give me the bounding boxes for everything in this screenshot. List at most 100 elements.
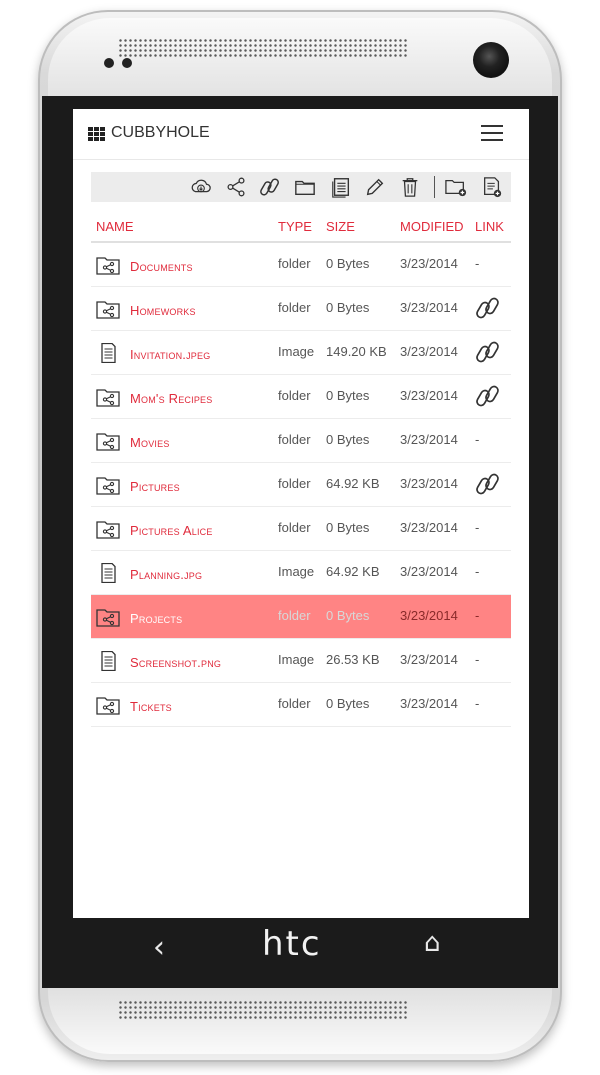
shared-folder-icon xyxy=(96,695,120,715)
file-type: Image xyxy=(278,652,315,667)
table-row[interactable]: Movies folder 0 Bytes 3/23/2014 - xyxy=(91,419,511,463)
link-icon[interactable] xyxy=(475,339,501,365)
table-row[interactable]: Tickets folder 0 Bytes 3/23/2014 - xyxy=(91,683,511,727)
table-row[interactable]: Pictures folder 64.92 KB 3/23/2014 xyxy=(91,463,511,507)
file-size: 64.92 KB xyxy=(326,476,380,491)
proximity-sensor xyxy=(104,58,114,68)
file-modified-date: 3/23/2014 xyxy=(400,564,458,579)
file-type: folder xyxy=(278,256,311,271)
link-icon[interactable] xyxy=(475,295,501,321)
shared-folder-icon xyxy=(96,299,120,319)
table-header: NAME TYPE SIZE MODIFIED LINK xyxy=(91,213,511,243)
shared-folder-icon xyxy=(96,475,120,495)
front-camera xyxy=(473,42,509,78)
column-header-type[interactable]: TYPE xyxy=(278,219,312,234)
file-modified-date: 3/23/2014 xyxy=(400,344,458,359)
shared-folder-icon xyxy=(96,387,120,407)
file-name-link[interactable]: Homeworks xyxy=(130,303,196,318)
file-size: 0 Bytes xyxy=(326,432,370,447)
file-modified-date: 3/23/2014 xyxy=(400,300,458,315)
file-name-link[interactable]: Tickets xyxy=(130,699,172,714)
file-modified-date: 3/23/2014 xyxy=(400,476,458,491)
file-type: folder xyxy=(278,432,311,447)
file-toolbar xyxy=(91,172,511,202)
file-type: folder xyxy=(278,476,311,491)
back-button[interactable]: ‹ xyxy=(153,930,165,965)
column-header-link[interactable]: LINK xyxy=(475,219,504,234)
link-icon[interactable] xyxy=(475,383,501,409)
folder-icon[interactable] xyxy=(293,175,317,199)
file-name-link[interactable]: Screenshot.png xyxy=(130,655,221,670)
file-size: 26.53 KB xyxy=(326,652,380,667)
file-name-link[interactable]: Mom's Recipes xyxy=(130,391,212,406)
file-link: - xyxy=(475,520,480,535)
shared-folder-icon xyxy=(96,607,120,627)
file-link: - xyxy=(475,696,480,711)
download-icon[interactable] xyxy=(189,175,213,199)
file-size: 0 Bytes xyxy=(326,696,370,711)
column-header-name[interactable]: NAME xyxy=(96,219,134,234)
shared-folder-icon xyxy=(96,431,120,451)
app-title: CUBBYHOLE xyxy=(111,124,210,141)
table-row[interactable]: Planning.jpg Image 64.92 KB 3/23/2014 - xyxy=(91,551,511,595)
file-type: folder xyxy=(278,300,311,315)
table-row[interactable]: Documents folder 0 Bytes 3/23/2014 - xyxy=(91,243,511,287)
file-modified-date: 3/23/2014 xyxy=(400,388,458,403)
file-link: - xyxy=(475,564,480,579)
screen: CUBBYHOLE NAME TYPE SIZE MODIFIED LINK D… xyxy=(73,109,529,918)
table-row[interactable]: Pictures Alice folder 0 Bytes 3/23/2014 - xyxy=(91,507,511,551)
file-size: 0 Bytes xyxy=(326,388,370,403)
brand-logo: htc xyxy=(262,924,322,964)
table-row[interactable]: Screenshot.png Image 26.53 KB 3/23/2014 - xyxy=(91,639,511,683)
file-link: - xyxy=(475,652,480,667)
hamburger-menu-button[interactable] xyxy=(481,125,503,141)
file-name-link[interactable]: Movies xyxy=(130,435,170,450)
table-row[interactable]: Homeworks folder 0 Bytes 3/23/2014 xyxy=(91,287,511,331)
file-modified-date: 3/23/2014 xyxy=(400,696,458,711)
file-size: 64.92 KB xyxy=(326,564,380,579)
file-name-link[interactable]: Projects xyxy=(130,611,182,626)
file-name-link[interactable]: Planning.jpg xyxy=(130,567,202,582)
file-name-link[interactable]: Documents xyxy=(130,259,193,274)
trash-icon[interactable] xyxy=(398,175,422,199)
column-header-size[interactable]: SIZE xyxy=(326,219,355,234)
file-modified-date: 3/23/2014 xyxy=(400,608,458,623)
file-size: 0 Bytes xyxy=(326,520,370,535)
new-file-icon[interactable] xyxy=(480,175,504,199)
bottom-speaker-grille xyxy=(118,1000,408,1020)
pencil-icon[interactable] xyxy=(363,175,387,199)
file-type: Image xyxy=(278,344,315,359)
table-row[interactable]: Mom's Recipes folder 0 Bytes 3/23/2014 xyxy=(91,375,511,419)
share-icon[interactable] xyxy=(224,175,248,199)
link-icon[interactable] xyxy=(258,175,282,199)
home-button[interactable]: ⌂ xyxy=(424,928,441,958)
file-size: 0 Bytes xyxy=(326,608,370,623)
file-size: 149.20 KB xyxy=(326,344,387,359)
file-size: 0 Bytes xyxy=(326,256,370,271)
shared-folder-icon xyxy=(96,519,120,539)
app-bar: CUBBYHOLE xyxy=(73,109,529,160)
file-link: - xyxy=(475,256,480,271)
table-row[interactable]: Invitation.jpeg Image 149.20 KB 3/23/2014 xyxy=(91,331,511,375)
file-link: - xyxy=(475,432,480,447)
shared-folder-icon xyxy=(96,255,120,275)
top-speaker-grille xyxy=(118,38,408,58)
file-size: 0 Bytes xyxy=(326,300,370,315)
table-row[interactable]: Projects folder 0 Bytes 3/23/2014 - xyxy=(91,595,511,639)
file-modified-date: 3/23/2014 xyxy=(400,652,458,667)
link-icon[interactable] xyxy=(475,471,501,497)
new-folder-icon[interactable] xyxy=(444,175,468,199)
notes-icon[interactable] xyxy=(329,175,353,199)
file-modified-date: 3/23/2014 xyxy=(400,256,458,271)
light-sensor xyxy=(122,58,132,68)
file-modified-date: 3/23/2014 xyxy=(400,520,458,535)
file-type: folder xyxy=(278,388,311,403)
file-name-link[interactable]: Invitation.jpeg xyxy=(130,347,210,362)
file-name-link[interactable]: Pictures xyxy=(130,479,180,494)
file-icon xyxy=(96,650,120,672)
file-name-link[interactable]: Pictures Alice xyxy=(130,523,213,538)
column-header-modified[interactable]: MODIFIED xyxy=(400,219,464,234)
file-link: - xyxy=(475,608,480,623)
file-type: folder xyxy=(278,608,311,623)
file-modified-date: 3/23/2014 xyxy=(400,432,458,447)
